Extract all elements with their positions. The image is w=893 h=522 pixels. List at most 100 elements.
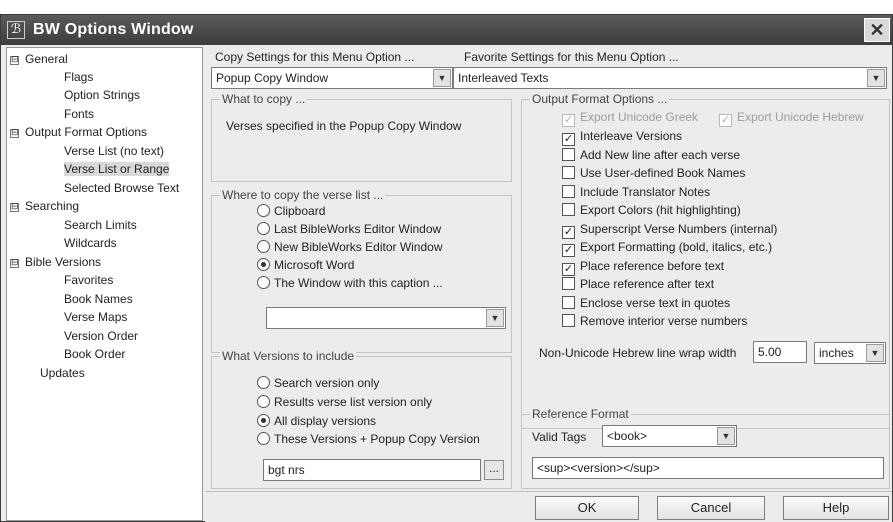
chevron-down-icon[interactable]: ▼ <box>433 69 451 87</box>
settings-panel: Copy Settings for this Menu Option ... P… <box>206 47 890 489</box>
checkbox-checked[interactable]: ✓ <box>562 244 575 257</box>
checkbox-user-defined-book-names[interactable]: Use User-defined Book Names <box>562 165 745 181</box>
tree-item-option-strings[interactable]: Option Strings <box>64 86 140 104</box>
checkbox[interactable] <box>562 203 575 216</box>
chevron-down-icon[interactable]: ▼ <box>717 427 735 445</box>
collapse-icon[interactable]: ⊟ <box>10 259 19 268</box>
radio-all-display-versions[interactable]: All display versions <box>257 413 376 429</box>
collapse-icon[interactable]: ⊟ <box>10 203 19 212</box>
copy-settings-label: Copy Settings for this Menu Option ... <box>215 50 415 64</box>
cancel-button[interactable]: Cancel <box>657 496 765 520</box>
radio-button[interactable] <box>257 240 270 253</box>
output-format-group: Output Format Options ... ✓ Export Unicod… <box>521 92 890 429</box>
what-to-copy-text: Verses specified in the Popup Copy Windo… <box>226 119 462 133</box>
checkbox[interactable] <box>562 296 575 309</box>
checkbox-unicode-greek: ✓ Export Unicode Greek <box>562 110 699 127</box>
title-bar[interactable]: ℬ BW Options Window ✕ <box>1 15 892 45</box>
help-button[interactable]: Help <box>783 496 889 520</box>
browse-versions-button[interactable]: ... <box>484 460 504 480</box>
wrap-width-input[interactable]: 5.00 <box>753 341 807 363</box>
checkbox-checked-disabled: ✓ <box>562 114 575 127</box>
group-title: Reference Format <box>530 407 631 421</box>
radio-button[interactable] <box>257 432 270 445</box>
checkbox[interactable] <box>562 148 575 161</box>
reference-format-input[interactable]: <sup><version></sup> <box>532 457 884 479</box>
window-title: BW Options Window <box>33 21 194 38</box>
tree-item-search-limits[interactable]: Search Limits <box>64 216 137 234</box>
chevron-down-icon[interactable]: ▼ <box>486 309 504 327</box>
checkbox-export-colors[interactable]: Export Colors (hit highlighting) <box>562 202 741 218</box>
radio-search-version-only[interactable]: Search version only <box>257 375 379 391</box>
radio-microsoft-word[interactable]: Microsoft Word <box>257 257 354 273</box>
tree-item-searching[interactable]: ⊟ Searching <box>10 197 79 215</box>
radio-window-with-caption[interactable]: The Window with this caption ... <box>257 275 443 291</box>
radio-button-selected[interactable] <box>257 414 270 427</box>
checkbox[interactable] <box>562 314 575 327</box>
tree-item-general[interactable]: ⊟ General <box>10 50 68 68</box>
ok-button[interactable]: OK <box>535 496 639 520</box>
radio-button[interactable] <box>257 276 270 289</box>
radio-button[interactable] <box>257 222 270 235</box>
tree-item-flags[interactable]: Flags <box>64 68 93 86</box>
versions-input[interactable]: bgt nrs <box>263 459 481 481</box>
group-title: Where to copy the verse list ... <box>220 188 386 202</box>
tree-item-verse-list-no-text[interactable]: Verse List (no text) <box>64 142 164 160</box>
checkbox-checked[interactable]: ✓ <box>562 226 575 239</box>
radio-new-editor-window[interactable]: New BibleWorks Editor Window <box>257 239 443 255</box>
tree-item-output-format-options[interactable]: ⊟ Output Format Options <box>10 123 147 141</box>
chevron-down-icon[interactable]: ▼ <box>866 344 884 362</box>
options-tree[interactable]: ⊟ General Flags Option Strings Fonts ⊟ Out… <box>6 47 203 521</box>
tree-item-version-order[interactable]: Version Order <box>64 327 138 345</box>
checkbox[interactable] <box>562 166 575 179</box>
radio-results-version-only[interactable]: Results verse list version only <box>257 394 432 410</box>
button-bar: OK Cancel Help <box>205 491 892 522</box>
tree-item-book-names[interactable]: Book Names <box>64 290 133 308</box>
checkbox-checked-disabled: ✓ <box>719 114 732 127</box>
radio-button-selected[interactable] <box>257 258 270 271</box>
checkbox-remove-interior-verse-numbers[interactable]: Remove interior verse numbers <box>562 313 747 329</box>
valid-tags-combo[interactable]: <book> ▼ <box>602 425 737 447</box>
checkbox-enclose-in-quotes[interactable]: Enclose verse text in quotes <box>562 295 730 311</box>
checkbox-checked[interactable]: ✓ <box>562 263 575 276</box>
tree-item-fonts[interactable]: Fonts <box>64 105 94 123</box>
radio-button[interactable] <box>257 204 270 217</box>
checkbox-superscript-verse-numbers[interactable]: ✓ Superscript Verse Numbers (internal) <box>562 221 777 239</box>
checkbox-translator-notes[interactable]: Include Translator Notes <box>562 184 710 200</box>
collapse-icon[interactable]: ⊟ <box>10 129 19 138</box>
checkbox-reference-before-text[interactable]: ✓ Place reference before text <box>562 258 724 276</box>
where-to-copy-group: Where to copy the verse list ... Clipboa… <box>211 188 512 353</box>
wrap-unit-combo[interactable]: inches ▼ <box>814 342 886 364</box>
tree-item-favorites[interactable]: Favorites <box>64 271 113 289</box>
group-title: What Versions to include <box>220 349 357 363</box>
close-button[interactable]: ✕ <box>864 18 890 42</box>
radio-button[interactable] <box>257 395 270 408</box>
tree-item-wildcards[interactable]: Wildcards <box>64 234 117 252</box>
tree-item-selected-browse-text[interactable]: Selected Browse Text <box>64 179 179 197</box>
collapse-icon[interactable]: ⊟ <box>10 56 19 65</box>
radio-clipboard[interactable]: Clipboard <box>257 203 325 219</box>
checkbox-checked[interactable]: ✓ <box>562 133 575 146</box>
radio-last-editor-window[interactable]: Last BibleWorks Editor Window <box>257 221 441 237</box>
valid-tags-label: Valid Tags <box>532 430 587 444</box>
versions-group: What Versions to include Search version … <box>211 349 512 489</box>
tree-item-bible-versions[interactable]: ⊟ Bible Versions <box>10 253 101 271</box>
favorite-settings-combo[interactable]: Interleaved Texts ▼ <box>453 67 887 89</box>
chevron-down-icon[interactable]: ▼ <box>867 69 885 87</box>
tree-item-verse-maps[interactable]: Verse Maps <box>64 308 127 326</box>
checkbox-export-formatting[interactable]: ✓ Export Formatting (bold, italics, etc.) <box>562 239 772 257</box>
tree-item-verse-list-or-range[interactable]: Verse List or Range <box>64 160 170 178</box>
bibleworks-logo-icon: ℬ <box>7 21 25 39</box>
checkbox-interleave-versions[interactable]: ✓ Interleave Versions <box>562 128 682 146</box>
checkbox[interactable] <box>562 185 575 198</box>
checkbox-reference-after-text[interactable]: Place reference after text <box>562 276 714 292</box>
tree-item-updates[interactable]: Updates <box>40 364 85 382</box>
checkbox-unicode-hebrew: ✓ Export Unicode Hebrew <box>719 110 864 127</box>
radio-these-versions[interactable]: These Versions + Popup Copy Version <box>257 431 480 447</box>
tree-item-book-order[interactable]: Book Order <box>64 345 125 363</box>
radio-button[interactable] <box>257 376 270 389</box>
group-title: What to copy ... <box>220 92 308 106</box>
copy-settings-combo[interactable]: Popup Copy Window ▼ <box>211 67 453 89</box>
window-caption-combo[interactable]: ▼ <box>266 307 506 329</box>
checkbox[interactable] <box>562 277 575 290</box>
checkbox-add-new-line[interactable]: Add New line after each verse <box>562 147 740 163</box>
